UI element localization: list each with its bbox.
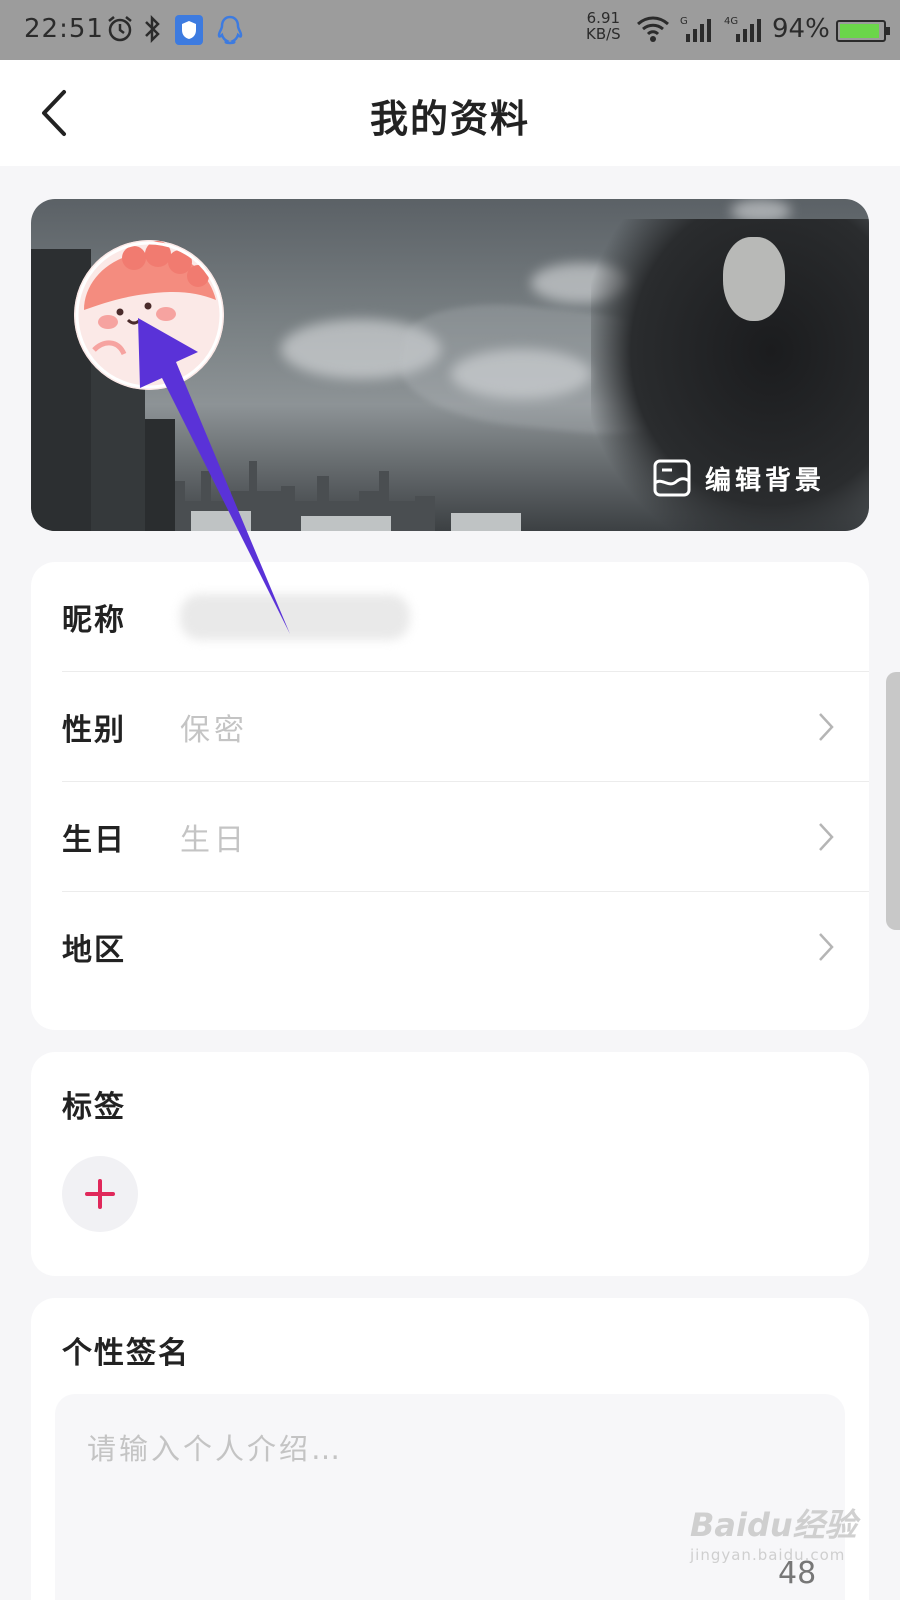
bluetooth-icon [142, 14, 162, 48]
page-title: 我的资料 [369, 96, 530, 141]
chevron-right-icon [817, 712, 835, 746]
gender-label: 性别 [62, 713, 126, 748]
city-skyline [151, 461, 521, 531]
add-tag-button[interactable] [62, 1156, 138, 1232]
watermark-sub-text: jingyan.baidu.com [690, 1546, 846, 1564]
network-speed-value: 6.91 [586, 9, 621, 27]
edit-background-label: 编辑背景 [704, 465, 825, 496]
signal-g-icon: G [680, 14, 714, 48]
nickname-row[interactable]: 昵称 [62, 562, 869, 672]
wifi-icon [636, 14, 670, 48]
tags-title: 标签 [62, 1090, 126, 1125]
battery-fill [840, 24, 880, 38]
network-speed-unit: KB/S [586, 25, 621, 43]
battery-icon [836, 20, 890, 42]
avatar-cartoon-icon [74, 240, 224, 390]
gender-value: 保密 [180, 713, 248, 748]
signal-4g-icon: 4G [724, 14, 764, 48]
qq-icon [216, 14, 244, 50]
svg-text:4G: 4G [724, 16, 738, 27]
watermark-logo: Baidu经验 jingyan.baidu.com [690, 1500, 857, 1564]
avatar[interactable] [74, 240, 224, 390]
alarm-icon [106, 14, 134, 48]
header: 我的资料 [0, 60, 900, 166]
svg-text:G: G [680, 16, 688, 27]
profile-info-card: 昵称 性别 保密 生日 生日 地区 [31, 562, 869, 1030]
plus-icon [85, 1179, 115, 1209]
signature-placeholder: 请输入个人介绍… [87, 1432, 344, 1466]
region-row[interactable]: 地区 [62, 892, 869, 1002]
image-edit-icon [653, 459, 691, 497]
shield-icon [174, 14, 204, 50]
chevron-right-icon [817, 822, 835, 856]
signature-input[interactable]: 请输入个人介绍… [55, 1394, 845, 1600]
chevron-right-icon [817, 932, 835, 966]
gender-row[interactable]: 性别 保密 [62, 672, 869, 782]
battery-percent: 94% [772, 14, 830, 44]
status-bar: 22:51 6.91 KB/S G 4G 94% [0, 0, 900, 60]
nickname-value-blurred [180, 594, 410, 640]
tags-card: 标签 [31, 1052, 869, 1276]
birthday-row[interactable]: 生日 生日 [62, 782, 869, 892]
nickname-label: 昵称 [62, 603, 126, 638]
edit-background-button[interactable]: 编辑背景 [653, 459, 825, 497]
status-time: 22:51 [24, 14, 104, 44]
birthday-label: 生日 [62, 823, 126, 858]
watermark-main-text: Baidu经验 [690, 1506, 857, 1544]
scrollbar[interactable] [886, 672, 900, 930]
network-speed: 6.91 KB/S [586, 10, 621, 42]
birthday-value: 生日 [180, 823, 248, 858]
region-label: 地区 [62, 933, 126, 968]
signature-title: 个性签名 [62, 1336, 190, 1371]
